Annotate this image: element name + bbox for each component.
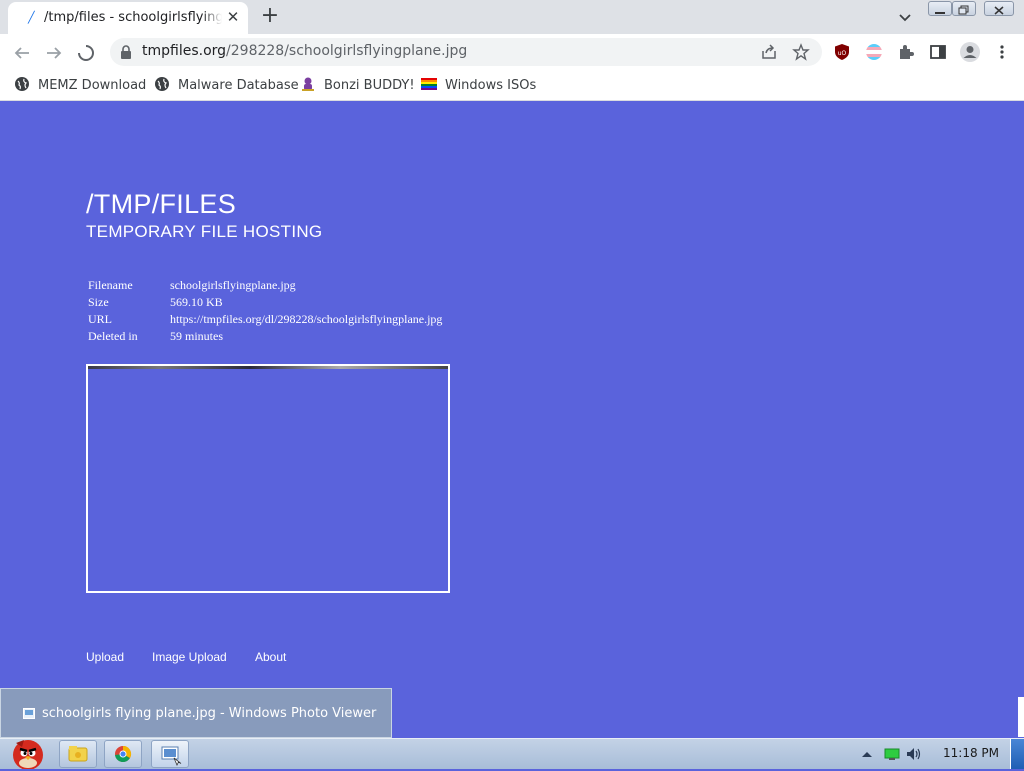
loading-spinner-icon[interactable] bbox=[75, 42, 97, 64]
browser-tab[interactable]: ╱ /tmp/files - schoolgirlsflyingplane.jp… bbox=[8, 2, 248, 34]
photo-viewer-icon bbox=[23, 708, 35, 719]
file-info-table: Filename schoolgirlsflyingplane.jpg Size 5… bbox=[88, 277, 442, 345]
file-info-label: Filename bbox=[88, 278, 133, 292]
bookmark-windows-isos[interactable]: Windows ISOs bbox=[421, 76, 536, 94]
back-arrow-icon[interactable] bbox=[11, 42, 33, 64]
image-loading-strip bbox=[88, 366, 448, 369]
globe-icon bbox=[15, 77, 29, 91]
footer-link-image-upload[interactable]: Image Upload bbox=[152, 650, 227, 664]
tab-title: /tmp/files - schoolgirlsflyingplane.jpg bbox=[44, 10, 222, 28]
show-hidden-icons-chevron-icon[interactable] bbox=[861, 749, 873, 759]
restore-icon bbox=[958, 5, 969, 15]
image-preview[interactable] bbox=[86, 364, 450, 593]
forward-arrow-icon[interactable] bbox=[43, 42, 65, 64]
restore-button[interactable] bbox=[952, 1, 976, 16]
file-info-row: URL https://tmpfiles.org/dl/298228/school… bbox=[88, 311, 442, 328]
taskbar: 11:18 PM bbox=[0, 738, 1024, 769]
bookmark-label: Malware Database bbox=[178, 78, 299, 93]
url-path: /298228/schoolgirlsflyingplane.jpg bbox=[226, 43, 468, 59]
close-window-button[interactable] bbox=[984, 1, 1014, 16]
bookmark-malware-database[interactable]: Malware Database bbox=[154, 76, 299, 94]
close-icon bbox=[994, 6, 1004, 15]
bookmark-star-icon[interactable] bbox=[792, 43, 810, 61]
svg-text:uO: uO bbox=[838, 50, 847, 57]
bookmark-memz-download[interactable]: MEMZ Download bbox=[14, 76, 146, 94]
network-icon[interactable] bbox=[884, 747, 900, 761]
rainbow-flag-icon bbox=[421, 78, 437, 90]
lock-icon[interactable] bbox=[120, 45, 132, 59]
start-button-angry-bird-icon[interactable] bbox=[2, 737, 50, 769]
bookmark-label: Windows ISOs bbox=[445, 78, 537, 93]
loading-favicon-icon: ╱ bbox=[28, 11, 35, 24]
tab-close-icon[interactable]: ✕ bbox=[224, 8, 242, 26]
taskbar-explorer-button[interactable] bbox=[59, 740, 97, 768]
window-controls bbox=[928, 0, 1018, 18]
taskbar-thumbnail-popup[interactable]: schoolgirls flying plane.jpg - Windows P… bbox=[0, 688, 392, 738]
page-content: /TMP/FILES TEMPORARY FILE HOSTING Filena… bbox=[0, 101, 1016, 738]
bookmarks-bar: MEMZ Download Malware Database Bonzi BUD… bbox=[0, 70, 1024, 101]
tab-strip: ╱ /tmp/files - schoolgirlsflyingplane.jp… bbox=[0, 0, 1024, 34]
ublock-origin-icon[interactable]: uO bbox=[833, 43, 851, 61]
url-host: tmpfiles.org bbox=[142, 43, 227, 59]
footer-link-upload[interactable]: Upload bbox=[86, 650, 124, 664]
browser-toolbar: tmpfiles.org/298228/schoolgirlsflyingpla… bbox=[0, 34, 1024, 70]
file-info-value: 59 minutes bbox=[170, 329, 223, 343]
extensions-puzzle-icon[interactable] bbox=[897, 43, 915, 61]
menu-kebab-icon[interactable] bbox=[993, 43, 1011, 61]
chrome-icon bbox=[115, 745, 132, 763]
folder-icon bbox=[68, 746, 88, 762]
bookmark-label: MEMZ Download bbox=[38, 78, 147, 93]
globe-icon bbox=[155, 77, 169, 91]
taskbar-chrome-button[interactable] bbox=[104, 740, 142, 768]
minimize-button[interactable] bbox=[928, 1, 952, 16]
file-url-link[interactable]: https://tmpfiles.org/dl/298228/schoolgir… bbox=[170, 312, 442, 326]
taskbar-photo-viewer-button[interactable] bbox=[151, 740, 189, 768]
file-info-row: Filename schoolgirlsflyingplane.jpg bbox=[88, 277, 442, 294]
share-icon[interactable] bbox=[760, 43, 778, 61]
side-panel-icon[interactable] bbox=[929, 43, 947, 61]
popup-window-title: schoolgirls flying plane.jpg - Windows P… bbox=[42, 706, 377, 721]
tab-search-chevron-icon[interactable] bbox=[894, 6, 916, 28]
photo-viewer-icon bbox=[161, 746, 182, 766]
file-info-label: URL bbox=[88, 312, 112, 326]
bonzi-icon bbox=[302, 77, 314, 91]
new-tab-button[interactable]: + bbox=[258, 4, 282, 28]
url-text[interactable]: tmpfiles.org/298228/schoolgirlsflyingpla… bbox=[142, 43, 467, 59]
file-info-row: Size 569.10 KB bbox=[88, 294, 442, 311]
address-bar[interactable]: tmpfiles.org/298228/schoolgirlsflyingpla… bbox=[110, 38, 822, 66]
file-info-value: 569.10 KB bbox=[170, 295, 223, 309]
minimize-icon bbox=[935, 12, 945, 14]
bookmark-label: Bonzi BUDDY! bbox=[324, 78, 415, 93]
profile-avatar-icon[interactable] bbox=[959, 41, 981, 63]
system-clock[interactable]: 11:18 PM bbox=[943, 746, 999, 760]
scrollbar-thumb[interactable] bbox=[1018, 697, 1024, 737]
page-scrollbar[interactable] bbox=[1016, 101, 1024, 738]
show-desktop-button[interactable] bbox=[1010, 739, 1024, 769]
file-info-value: schoolgirlsflyingplane.jpg bbox=[170, 278, 296, 292]
file-info-label: Size bbox=[88, 295, 109, 309]
trans-flag-extension-icon[interactable] bbox=[865, 43, 883, 61]
site-subtitle: TEMPORARY FILE HOSTING bbox=[86, 222, 323, 241]
file-info-row: Deleted in 59 minutes bbox=[88, 328, 442, 345]
bookmark-bonzi-buddy[interactable]: Bonzi BUDDY! bbox=[300, 76, 415, 94]
footer-link-about[interactable]: About bbox=[255, 650, 286, 664]
file-info-label: Deleted in bbox=[88, 329, 138, 343]
volume-icon[interactable] bbox=[906, 747, 924, 761]
site-title: /TMP/FILES bbox=[86, 189, 237, 219]
